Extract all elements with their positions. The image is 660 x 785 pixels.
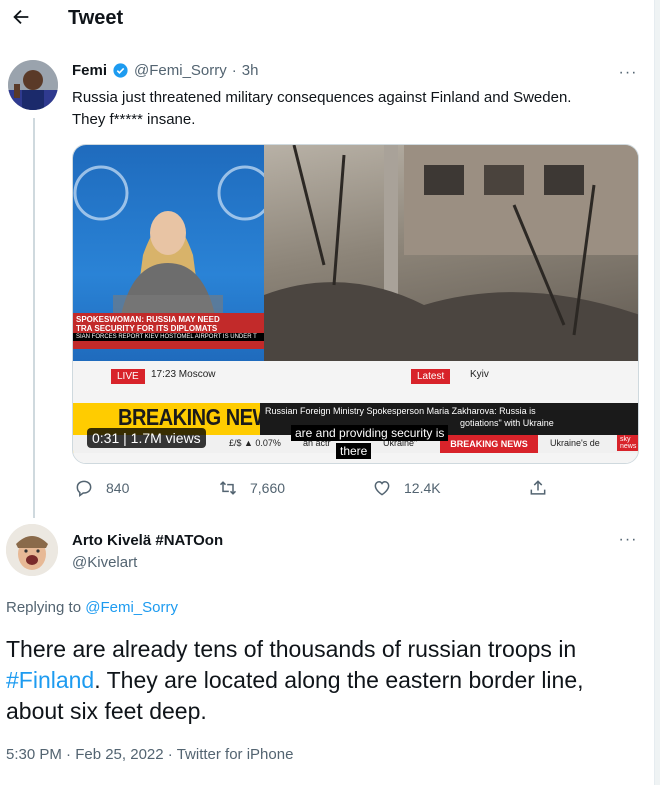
avatar-image <box>6 524 58 576</box>
reply-count: 840 <box>106 480 130 496</box>
source-app[interactable]: Twitter for iPhone <box>177 746 294 763</box>
separator-dot: · <box>167 746 173 763</box>
ticker-fx: £/$ ▲ 0.07% <box>229 438 281 448</box>
tweet-text-line: They f***** insane. <box>72 111 196 128</box>
replying-to-link[interactable]: @Femi_Sorry <box>85 599 178 616</box>
timestamp[interactable]: 5:30 PM · Feb 25, 2022 <box>6 746 164 763</box>
share-button[interactable] <box>528 478 548 498</box>
latest-label: Latest <box>411 369 451 384</box>
destroyed-building-scene <box>264 145 638 361</box>
tweet-text-line: Russia just threatened military conseque… <box>72 89 572 106</box>
live-time: 17:23 Moscow <box>151 369 216 380</box>
reply-text: There are already tens of thousands of r… <box>6 634 646 727</box>
avatar[interactable] <box>8 60 58 110</box>
arrow-left-icon[interactable] <box>10 6 32 28</box>
avatar[interactable] <box>6 524 58 576</box>
page-title: Tweet <box>68 7 124 29</box>
retweet-count: 7,660 <box>250 480 286 496</box>
scrollbar-track[interactable] <box>654 0 660 785</box>
reply-author-handle[interactable]: @Kivelart <box>72 554 137 571</box>
more-options-icon[interactable]: ··· <box>617 65 639 81</box>
hashtag-link[interactable]: #Finland <box>6 667 94 693</box>
headline-line: Russian Foreign Ministry Spokesperson Ma… <box>265 406 536 416</box>
caption-line: SPOKESWOMAN: RUSSIA MAY NEED <box>76 315 220 324</box>
replying-to: Replying to @Femi_Sorry <box>6 599 178 616</box>
reply-button[interactable]: 840 <box>74 478 129 498</box>
retweet-button[interactable]: 7,660 <box>218 478 285 498</box>
author-name[interactable]: Femi <box>72 62 107 79</box>
video-right-pane <box>264 145 638 361</box>
views-badge: 0:31 | 1.7M views <box>87 428 206 448</box>
tweet-metadata: 5:30 PM · Feb 25, 2022 · Twitter for iPh… <box>6 746 293 763</box>
more-options-icon[interactable]: ··· <box>617 532 639 548</box>
tweet-text: Russia just threatened military conseque… <box>72 87 642 131</box>
ticker-item: Ukraine's de <box>550 438 600 448</box>
replying-to-label: Replying to <box>6 599 82 616</box>
verified-badge-icon <box>113 63 128 78</box>
tweet-time[interactable]: 3h <box>242 62 259 79</box>
reply-text-part: There are already tens of thousands of r… <box>6 636 577 662</box>
page-header: Tweet <box>0 0 654 38</box>
live-label: LIVE <box>111 369 145 384</box>
reply-author-name[interactable]: Arto Kivelä #NATOon <box>72 532 223 549</box>
share-icon <box>530 480 546 495</box>
subtitle-line: there <box>336 443 372 459</box>
subtitle-line: are and providing security is <box>291 425 449 441</box>
video-left-pane: SPOKESWOMAN: RUSSIA MAY NEED TRA SECURIT… <box>73 145 273 361</box>
avatar-image <box>8 60 58 110</box>
reply-icon <box>76 480 92 497</box>
retweet-icon <box>219 481 237 495</box>
caption-line: SIAN FORCES REPORT KIEV HOSTOMEL AIRPORT… <box>73 333 264 341</box>
author-handle[interactable]: @Femi_Sorry <box>134 62 227 79</box>
latest-place: Kyiv <box>470 369 489 380</box>
tweet-author-row: Femi @Femi_Sorry · 3h <box>72 62 258 79</box>
video-player[interactable]: SPOKESWOMAN: RUSSIA MAY NEED TRA SECURIT… <box>72 144 639 464</box>
ticker-breaking-news: BREAKING NEWS <box>440 435 538 453</box>
sky-news-logo: sky news <box>617 435 638 451</box>
like-count: 12.4K <box>404 480 441 496</box>
caption-line: TRA SECURITY FOR ITS DIPLOMATS <box>76 324 218 333</box>
thread-line <box>33 118 35 518</box>
like-button[interactable]: 12.4K <box>372 478 441 498</box>
separator-dot: · <box>231 62 237 79</box>
caption-band: SPOKESWOMAN: RUSSIA MAY NEED TRA SECURIT… <box>73 313 264 349</box>
heart-icon <box>374 480 390 496</box>
